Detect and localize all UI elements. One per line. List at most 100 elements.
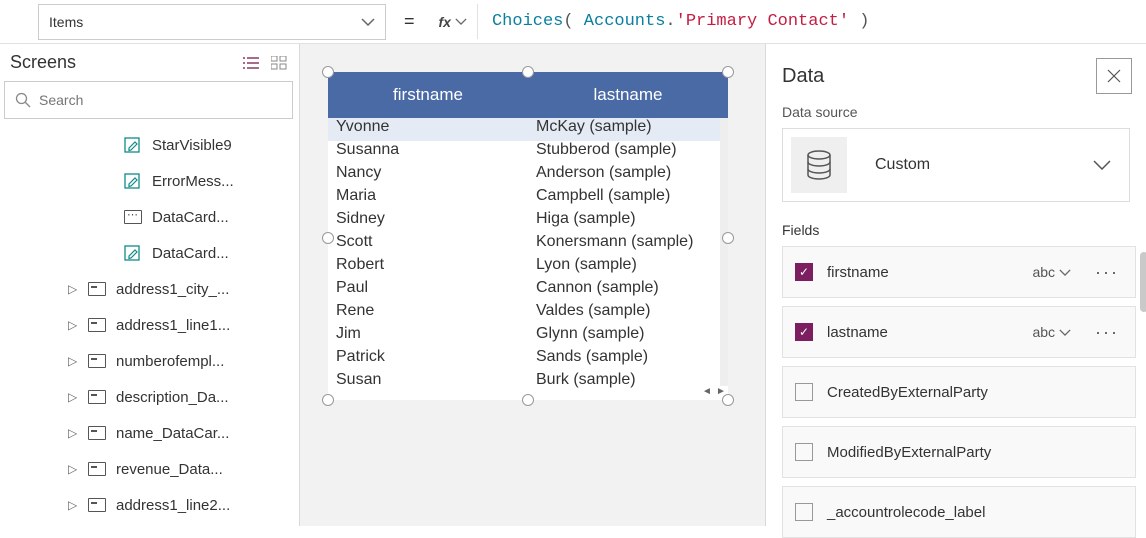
checkbox[interactable]: ✓ <box>795 323 813 341</box>
card-icon <box>88 498 106 512</box>
checkbox[interactable] <box>795 383 813 401</box>
resize-handle[interactable] <box>722 232 734 244</box>
field-row[interactable]: CreatedByExternalParty <box>782 366 1136 418</box>
field-row[interactable]: _accountrolecode_label <box>782 486 1136 538</box>
table-cell: Paul <box>328 279 528 302</box>
datatable-control[interactable]: firstname lastname YvonneMcKay (sample)S… <box>328 72 728 400</box>
tree-view[interactable]: StarVisible9 ErrorMess... DataCard... DataC… <box>0 125 299 526</box>
field-name-label: ModifiedByExternalParty <box>827 444 1123 461</box>
field-row[interactable]: ModifiedByExternalParty <box>782 426 1136 478</box>
data-source-label: Data source <box>766 100 1146 128</box>
table-row[interactable]: ReneValdes (sample) <box>328 302 728 325</box>
chevron-right-icon[interactable]: ▷ <box>68 354 78 368</box>
table-row[interactable]: JimGlynn (sample) <box>328 325 728 348</box>
close-button[interactable] <box>1096 58 1132 94</box>
table-row[interactable]: PatrickSands (sample) <box>328 348 728 371</box>
table-row[interactable]: SidneyHiga (sample) <box>328 210 728 233</box>
tree-item[interactable]: ▷ revenue_Data... <box>0 451 299 487</box>
canvas[interactable]: firstname lastname YvonneMcKay (sample)S… <box>300 44 765 526</box>
col-header-firstname[interactable]: firstname <box>328 72 528 118</box>
tree-item-label: description_Da... <box>116 389 246 406</box>
formula-token-str: 'Primary Contact' <box>676 12 849 31</box>
checkbox[interactable] <box>795 503 813 521</box>
tree-item[interactable]: DataCard... <box>0 199 299 235</box>
grid-view-icon[interactable] <box>271 56 287 70</box>
tree-item[interactable]: ▷address1_city_... <box>0 271 299 307</box>
tree-item[interactable]: ErrorMess... <box>0 163 299 199</box>
tree-item[interactable]: ▷ numberofempl... <box>0 343 299 379</box>
property-name: Items <box>49 14 83 30</box>
resize-handle[interactable] <box>522 394 534 406</box>
tree-item-label: DataCard... <box>152 209 272 226</box>
chevron-down-icon <box>361 18 375 26</box>
card-icon <box>88 426 106 440</box>
table-row[interactable]: ScottKonersmann (sample) <box>328 233 728 256</box>
tree-item[interactable]: StarVisible9 <box>0 127 299 163</box>
edit-icon <box>124 174 142 188</box>
table-cell: Konersmann (sample) <box>528 233 728 256</box>
chevron-right-icon[interactable]: ▷ <box>68 498 78 512</box>
tree-item-label: name_DataCar... <box>116 425 246 442</box>
fields-list: ✓ firstname abc ··· ✓ lastname abc ··· Created… <box>766 246 1146 538</box>
text-icon <box>124 210 142 224</box>
resize-handle[interactable] <box>322 394 334 406</box>
more-icon[interactable]: ··· <box>1091 262 1123 283</box>
field-row[interactable]: ✓ lastname abc ··· <box>782 306 1136 358</box>
table-cell: Robert <box>328 256 528 279</box>
table-cell: Maria <box>328 187 528 210</box>
more-icon[interactable]: ··· <box>1091 322 1123 343</box>
tree-item-label: revenue_Data... <box>116 461 246 478</box>
resize-handle[interactable] <box>722 394 734 406</box>
tree-item[interactable]: DataCard... <box>0 235 299 271</box>
chevron-right-icon[interactable]: ▷ <box>68 318 78 332</box>
field-type-select[interactable]: abc <box>1026 262 1077 282</box>
resize-handle[interactable] <box>322 232 334 244</box>
tree-item[interactable]: ▷ address1_line1... <box>0 307 299 343</box>
vertical-scrollbar[interactable] <box>720 118 728 386</box>
datatable-body[interactable]: YvonneMcKay (sample)SusannaStubberod (sa… <box>328 118 728 398</box>
tree-item[interactable]: ▷ description_Da... <box>0 379 299 415</box>
table-cell: Susanna <box>328 141 528 164</box>
property-dropdown[interactable]: Items <box>38 4 386 40</box>
table-cell: Patrick <box>328 348 528 371</box>
col-header-lastname[interactable]: lastname <box>528 72 728 118</box>
list-view-icon[interactable] <box>243 56 261 70</box>
table-row[interactable]: YvonneMcKay (sample) <box>328 118 728 141</box>
search-icon <box>15 92 31 108</box>
table-row[interactable]: SusannaStubberod (sample) <box>328 141 728 164</box>
resize-handle[interactable] <box>322 66 334 78</box>
tree-item-label: numberofempl... <box>116 353 246 370</box>
scroll-left-arrow[interactable]: ◄ <box>700 386 714 400</box>
resize-handle[interactable] <box>722 66 734 78</box>
field-name-label: firstname <box>827 264 1012 281</box>
field-name-label: lastname <box>827 324 1012 341</box>
edit-icon <box>124 138 142 152</box>
fields-scrollbar[interactable] <box>1140 252 1146 312</box>
chevron-right-icon[interactable]: ▷ <box>68 390 78 404</box>
chevron-right-icon[interactable]: ▷ <box>68 426 78 440</box>
formula-token-dot: . <box>665 12 675 31</box>
checkbox[interactable]: ✓ <box>795 263 813 281</box>
checkbox[interactable] <box>795 443 813 461</box>
search-input[interactable] <box>39 92 282 108</box>
tree-item-label: ErrorMess... <box>152 173 272 190</box>
resize-handle[interactable] <box>522 66 534 78</box>
search-box[interactable] <box>4 81 293 119</box>
chevron-right-icon[interactable]: ▷ <box>68 282 78 296</box>
table-row[interactable]: NancyAnderson (sample) <box>328 164 728 187</box>
fx-button[interactable]: fx <box>429 4 478 39</box>
chevron-right-icon[interactable]: ▷ <box>68 462 78 476</box>
tree-item-label: address1_line1... <box>116 317 246 334</box>
data-source-select[interactable]: Custom <box>782 128 1130 202</box>
table-cell: Campbell (sample) <box>528 187 728 210</box>
table-row[interactable]: MariaCampbell (sample) <box>328 187 728 210</box>
table-row[interactable]: PaulCannon (sample) <box>328 279 728 302</box>
table-cell: Rene <box>328 302 528 325</box>
table-row[interactable]: RobertLyon (sample) <box>328 256 728 279</box>
tree-item[interactable]: ▷address1_line2... <box>0 487 299 523</box>
formula-input[interactable]: Choices( Accounts.'Primary Contact' ) <box>478 12 870 31</box>
field-type-select[interactable]: abc <box>1026 322 1077 342</box>
field-row[interactable]: ✓ firstname abc ··· <box>782 246 1136 298</box>
left-panel: Screens StarVisible9ErrorMess...DataCard… <box>0 44 300 526</box>
tree-item[interactable]: ▷ name_DataCar... <box>0 415 299 451</box>
